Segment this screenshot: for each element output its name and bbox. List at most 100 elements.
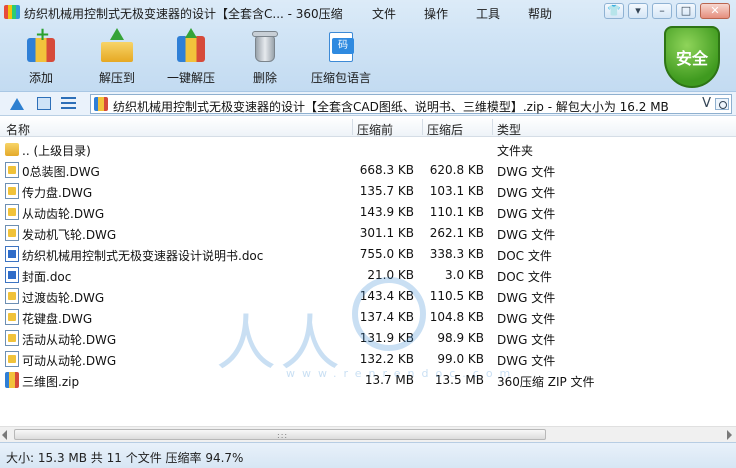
file-size-before: 755.0 KB — [359, 247, 414, 261]
file-size-before: 13.7 MB — [364, 373, 414, 387]
archive-language-icon: 码 — [323, 28, 359, 64]
file-size-before: 137.4 KB — [359, 310, 414, 324]
status-bar: 大小: 15.3 MB 共 11 个文件 压缩率 94.7% — [0, 442, 736, 468]
file-row[interactable]: 花键盘.DWG 137.4 KB 104.8 KB DWG 文件 — [0, 307, 736, 328]
file-row[interactable]: 纺织机械用控制式无极变速器设计说明书.doc 755.0 KB 338.3 KB DO… — [0, 244, 736, 265]
file-name: .. (上级目录) — [22, 144, 91, 158]
dwg-file-icon — [5, 309, 19, 325]
add-button[interactable]: + 添加 — [6, 26, 76, 88]
file-size-before: 143.9 KB — [359, 205, 414, 219]
file-size-after: 98.9 KB — [437, 331, 484, 345]
file-row[interactable]: 从动齿轮.DWG 143.9 KB 110.1 KB DWG 文件 — [0, 202, 736, 223]
add-archive-icon: + — [23, 26, 59, 64]
file-type: DWG 文件 — [497, 186, 556, 200]
file-row[interactable]: .. (上级目录) 文件夹 — [0, 139, 736, 160]
scroll-right-icon[interactable] — [727, 430, 732, 440]
menu-file[interactable]: 文件 — [372, 5, 396, 22]
menu-icon[interactable]: ▾ — [628, 3, 648, 19]
column-compressed-after[interactable]: 压缩后 — [427, 121, 463, 138]
app-logo-icon — [4, 5, 20, 19]
extract-to-icon — [99, 28, 135, 64]
delete-button[interactable]: 删除 — [230, 28, 300, 88]
window-title: 纺织机械用控制式无极变速器的设计【全套含C... - 360压缩 — [24, 7, 343, 21]
file-size-before: 143.4 KB — [359, 289, 414, 303]
doc-file-icon — [5, 246, 19, 262]
file-type: DWG 文件 — [497, 207, 556, 221]
file-type: DWG 文件 — [497, 228, 556, 242]
file-type: 文件夹 — [497, 144, 534, 158]
one-click-extract-button[interactable]: 一键解压 — [156, 28, 226, 88]
column-compressed-before[interactable]: 压缩前 — [357, 121, 393, 138]
dwg-file-icon — [5, 204, 19, 220]
horizontal-scrollbar[interactable]: ::: — [0, 426, 736, 442]
close-icon[interactable]: ✕ — [700, 3, 730, 19]
file-size-after: 110.5 KB — [429, 289, 484, 303]
address-bar[interactable]: 纺织机械用控制式无极变速器的设计【全套含CAD图纸、说明书、三维模型】.zip … — [90, 94, 732, 114]
file-name: 过渡齿轮.DWG — [22, 291, 105, 305]
search-icon[interactable] — [715, 98, 729, 110]
file-name: 发动机飞轮.DWG — [22, 228, 117, 242]
file-name: 活动从动轮.DWG — [22, 333, 117, 347]
delete-label: 删除 — [252, 71, 277, 85]
scroll-left-icon[interactable] — [2, 430, 7, 440]
dwg-file-icon — [5, 225, 19, 241]
file-row[interactable]: 传力盘.DWG 135.7 KB 103.1 KB DWG 文件 — [0, 181, 736, 202]
file-row[interactable]: 可动从动轮.DWG 132.2 KB 99.0 KB DWG 文件 — [0, 349, 736, 370]
file-row[interactable]: 三维图.zip 13.7 MB 13.5 MB 360压缩 ZIP 文件 — [0, 370, 736, 391]
file-name: 花键盘.DWG — [22, 312, 93, 326]
file-type: DOC 文件 — [497, 270, 552, 284]
security-badge-text: 安全 — [675, 49, 708, 68]
menu-operation[interactable]: 操作 — [424, 5, 448, 22]
file-name: 传力盘.DWG — [22, 186, 93, 200]
menu-help[interactable]: 帮助 — [528, 5, 552, 22]
file-name: 封面.doc — [22, 270, 72, 284]
archive-language-button[interactable]: 码 压缩包语言 — [306, 28, 376, 88]
column-name[interactable]: 名称 — [6, 121, 30, 138]
file-row[interactable]: 0总装图.DWG 668.3 KB 620.8 KB DWG 文件 — [0, 160, 736, 181]
file-size-before: 301.1 KB — [359, 226, 414, 240]
archive-icon — [94, 97, 108, 111]
file-row[interactable]: 过渡齿轮.DWG 143.4 KB 110.5 KB DWG 文件 — [0, 286, 736, 307]
one-click-extract-label: 一键解压 — [166, 71, 215, 85]
file-type: 360压缩 ZIP 文件 — [497, 375, 595, 389]
file-size-after: 338.3 KB — [429, 247, 484, 261]
file-name: 0总装图.DWG — [22, 165, 100, 179]
extract-to-button[interactable]: 解压到 — [82, 28, 152, 88]
file-size-before: 132.2 KB — [359, 352, 414, 366]
minimize-icon[interactable]: – — [652, 3, 672, 19]
file-type: DWG 文件 — [497, 354, 556, 368]
file-row[interactable]: 活动从动轮.DWG 131.9 KB 98.9 KB DWG 文件 — [0, 328, 736, 349]
file-size-before: 21.0 KB — [367, 268, 414, 282]
address-path: 纺织机械用控制式无极变速器的设计【全套含CAD图纸、说明书、三维模型】.zip … — [113, 100, 669, 114]
file-size-before: 135.7 KB — [359, 184, 414, 198]
column-header-row: 名称 压缩前 压缩后 类型 — [0, 117, 736, 137]
one-click-extract-icon — [173, 28, 209, 64]
file-size-before: 668.3 KB — [359, 163, 414, 177]
column-type[interactable]: 类型 — [497, 121, 521, 138]
file-row[interactable]: 发动机飞轮.DWG 301.1 KB 262.1 KB DWG 文件 — [0, 223, 736, 244]
dwg-file-icon — [5, 351, 19, 367]
file-size-after: 103.1 KB — [429, 184, 484, 198]
list-view-icon[interactable] — [61, 97, 76, 110]
chevron-down-icon[interactable]: V — [702, 96, 711, 111]
file-name: 三维图.zip — [22, 375, 80, 389]
dwg-file-icon — [5, 288, 19, 304]
file-size-after: 620.8 KB — [429, 163, 484, 177]
file-size-before: 131.9 KB — [359, 331, 414, 345]
file-name: 纺织机械用控制式无极变速器设计说明书.doc — [22, 249, 264, 263]
scrollbar-thumb[interactable]: ::: — [14, 429, 546, 440]
security-shield-badge[interactable]: 安全 — [664, 26, 720, 88]
file-size-after: 262.1 KB — [429, 226, 484, 240]
dwg-file-icon — [5, 330, 19, 346]
menu-tools[interactable]: 工具 — [476, 5, 500, 22]
maximize-icon[interactable]: □ — [676, 3, 696, 19]
file-type: DOC 文件 — [497, 249, 552, 263]
thumbnail-view-icon[interactable] — [37, 97, 51, 110]
skin-icon[interactable]: 👕 — [604, 3, 624, 19]
file-row[interactable]: 封面.doc 21.0 KB 3.0 KB DOC 文件 — [0, 265, 736, 286]
archive-language-label: 压缩包语言 — [310, 71, 371, 85]
file-name: 可动从动轮.DWG — [22, 354, 117, 368]
up-arrow-icon[interactable] — [10, 98, 24, 110]
status-text: 大小: 15.3 MB 共 11 个文件 压缩率 94.7% — [6, 451, 244, 465]
file-size-after: 99.0 KB — [437, 352, 484, 366]
